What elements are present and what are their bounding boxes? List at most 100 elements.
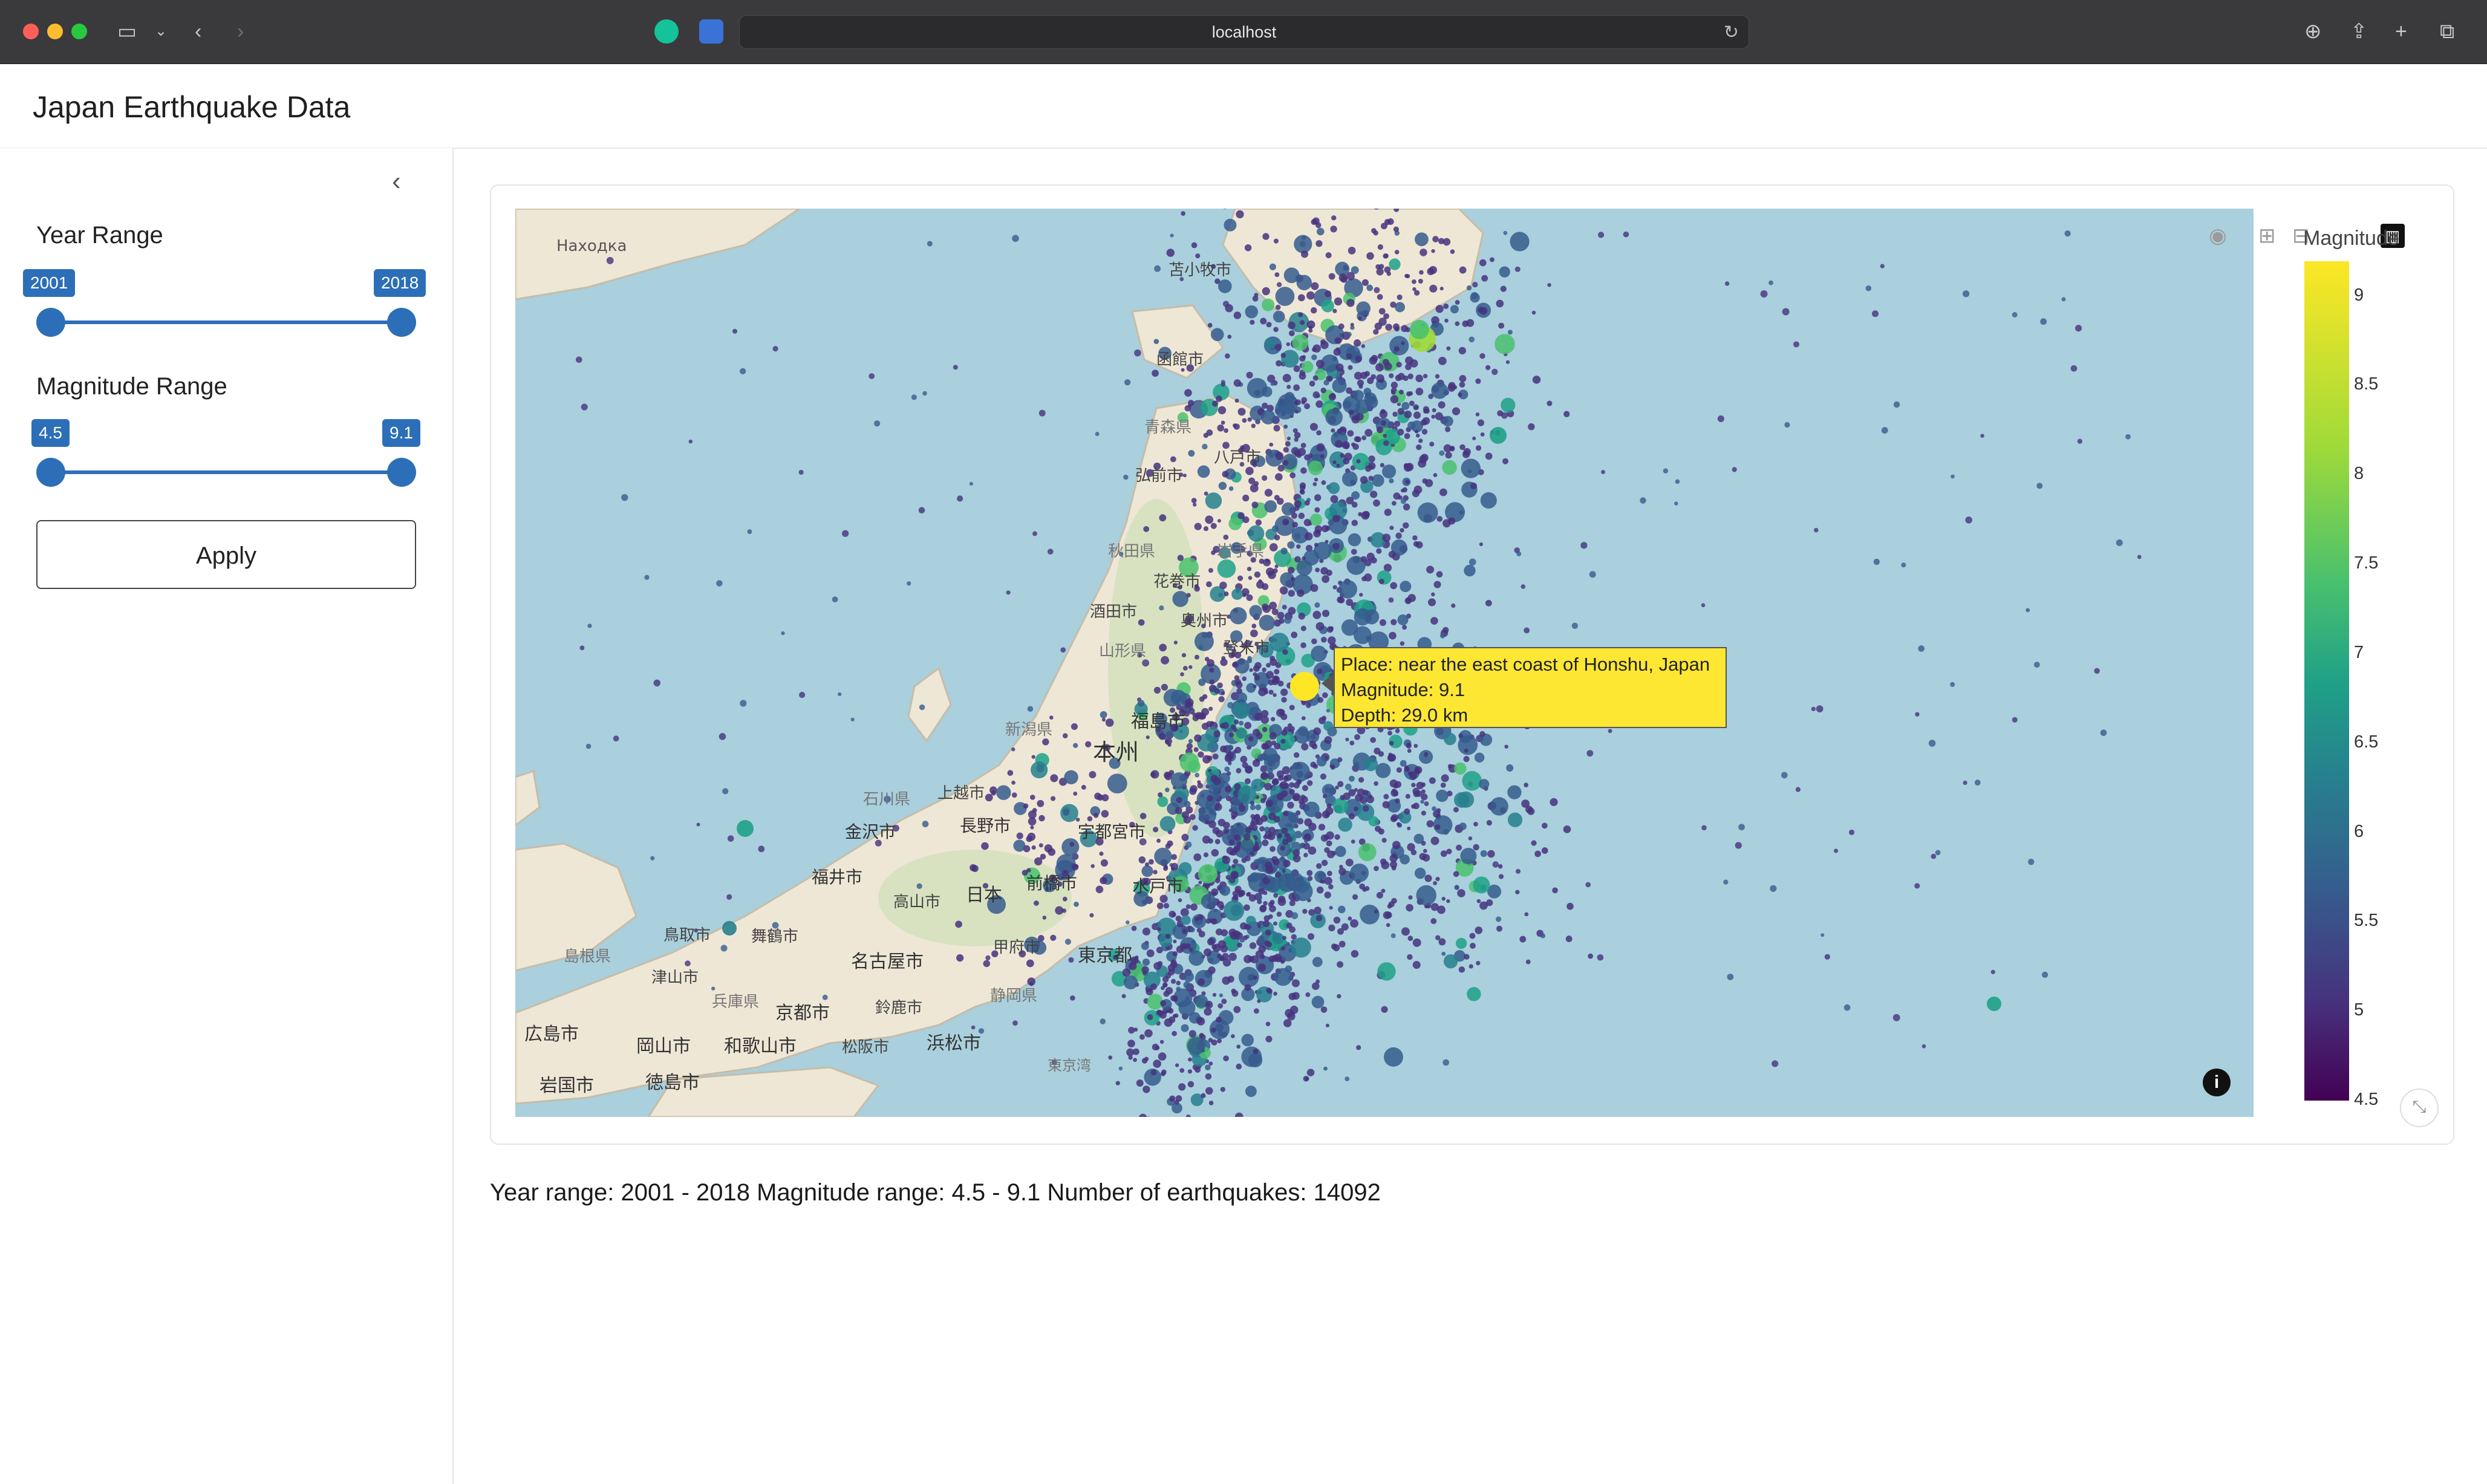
quake-point[interactable]	[1319, 879, 1324, 884]
quake-point[interactable]	[1191, 498, 1197, 504]
quake-point[interactable]	[1348, 365, 1353, 370]
quake-point[interactable]	[1212, 812, 1217, 816]
quake-point[interactable]	[1491, 368, 1498, 376]
quake-point[interactable]	[1198, 880, 1202, 885]
quake-point[interactable]	[1473, 821, 1478, 827]
quake-point[interactable]	[1390, 382, 1398, 389]
quake-point[interactable]	[1156, 902, 1164, 910]
quake-point[interactable]	[1468, 336, 1475, 343]
quake-point[interactable]	[1354, 415, 1358, 421]
collapse-sidebar-icon[interactable]: ‹	[392, 166, 401, 197]
quake-point[interactable]	[1217, 1003, 1224, 1009]
quake-point[interactable]	[1293, 384, 1300, 391]
quake-point[interactable]	[685, 960, 691, 967]
quake-point[interactable]	[1264, 337, 1276, 349]
quake-point[interactable]	[1270, 633, 1289, 653]
quake-point[interactable]	[1480, 492, 1497, 509]
quake-point[interactable]	[1134, 349, 1141, 357]
quake-point[interactable]	[1275, 399, 1296, 420]
quake-point[interactable]	[1242, 494, 1250, 502]
quake-point[interactable]	[1328, 884, 1334, 890]
quake-point[interactable]	[1531, 840, 1537, 846]
quake-point[interactable]	[1405, 327, 1410, 333]
quake-point[interactable]	[1496, 299, 1504, 308]
quake-point[interactable]	[1421, 810, 1426, 816]
quake-point[interactable]	[1188, 708, 1195, 715]
quake-point[interactable]	[1273, 921, 1277, 926]
quake-point[interactable]	[1433, 473, 1438, 478]
quake-point[interactable]	[1416, 885, 1436, 906]
quake-point[interactable]	[1717, 415, 1724, 423]
quake-point[interactable]	[1407, 936, 1413, 942]
quake-point[interactable]	[1420, 799, 1424, 804]
quake-point[interactable]	[2061, 297, 2066, 302]
quake-point[interactable]	[1283, 859, 1291, 868]
quake-point[interactable]	[1397, 822, 1401, 826]
quake-point[interactable]	[1300, 642, 1306, 648]
quake-point[interactable]	[1463, 756, 1470, 763]
quake-point[interactable]	[1270, 382, 1275, 386]
quake-point[interactable]	[1322, 715, 1327, 721]
quake-point[interactable]	[1285, 965, 1292, 973]
quake-point[interactable]	[585, 743, 592, 749]
quake-point[interactable]	[1093, 813, 1099, 818]
quake-point[interactable]	[737, 820, 754, 837]
quake-point[interactable]	[1300, 795, 1306, 801]
quake-point[interactable]	[1170, 456, 1176, 463]
quake-point[interactable]	[2070, 365, 2078, 372]
quake-point[interactable]	[1921, 1044, 1926, 1049]
quake-point[interactable]	[1309, 380, 1315, 387]
quake-point[interactable]	[1236, 1044, 1241, 1049]
quake-point[interactable]	[1303, 801, 1320, 818]
quake-point[interactable]	[1397, 294, 1403, 301]
quake-point[interactable]	[1338, 818, 1352, 832]
quake-point[interactable]	[1326, 840, 1332, 847]
quake-point[interactable]	[1316, 227, 1325, 236]
quake-point[interactable]	[1217, 682, 1223, 689]
quake-point[interactable]	[1281, 350, 1299, 368]
quake-point[interactable]	[1262, 402, 1268, 409]
quake-point[interactable]	[919, 704, 925, 711]
quake-point[interactable]	[1335, 785, 1339, 790]
quake-point[interactable]	[1387, 903, 1392, 909]
quake-point[interactable]	[1199, 1033, 1204, 1038]
quake-point[interactable]	[1325, 408, 1343, 426]
quake-point[interactable]	[1370, 737, 1377, 743]
quake-point[interactable]	[1259, 826, 1265, 831]
quake-point[interactable]	[1153, 686, 1161, 694]
quake-point[interactable]	[1397, 614, 1409, 626]
quake-point[interactable]	[1195, 970, 1213, 988]
quake-point[interactable]	[1221, 998, 1227, 1004]
quake-point[interactable]	[1069, 842, 1075, 847]
quake-point[interactable]	[1373, 230, 1378, 236]
quake-point[interactable]	[1128, 1027, 1135, 1034]
forward-icon[interactable]: ›	[237, 19, 244, 44]
quake-point[interactable]	[1163, 903, 1170, 909]
quake-point[interactable]	[1153, 1059, 1161, 1068]
quake-point[interactable]	[1298, 613, 1305, 620]
quake-point[interactable]	[1262, 287, 1270, 296]
quake-point[interactable]	[1375, 264, 1381, 270]
quake-point[interactable]	[1229, 877, 1236, 884]
quake-point[interactable]	[1450, 305, 1459, 314]
quake-point[interactable]	[1333, 916, 1341, 924]
quake-point[interactable]	[1444, 732, 1456, 746]
quake-point[interactable]	[1347, 430, 1354, 437]
quake-point[interactable]	[1222, 952, 1229, 960]
quake-point[interactable]	[1383, 440, 1389, 446]
quake-point[interactable]	[1320, 339, 1326, 345]
quake-point[interactable]	[1217, 954, 1222, 959]
quake-point[interactable]	[1384, 362, 1392, 371]
quake-point[interactable]	[1195, 772, 1200, 778]
quake-point[interactable]	[1336, 463, 1340, 468]
quake-point[interactable]	[1146, 735, 1150, 740]
quake-point[interactable]	[1395, 728, 1400, 734]
quake-point[interactable]	[1136, 1079, 1144, 1087]
quake-point[interactable]	[1085, 741, 1092, 747]
quake-point[interactable]	[1251, 501, 1259, 509]
quake-point[interactable]	[916, 883, 922, 889]
quake-point[interactable]	[1331, 428, 1335, 433]
quake-point[interactable]	[1301, 716, 1306, 721]
quake-point[interactable]	[1914, 883, 1920, 889]
quake-point[interactable]	[1275, 304, 1281, 310]
